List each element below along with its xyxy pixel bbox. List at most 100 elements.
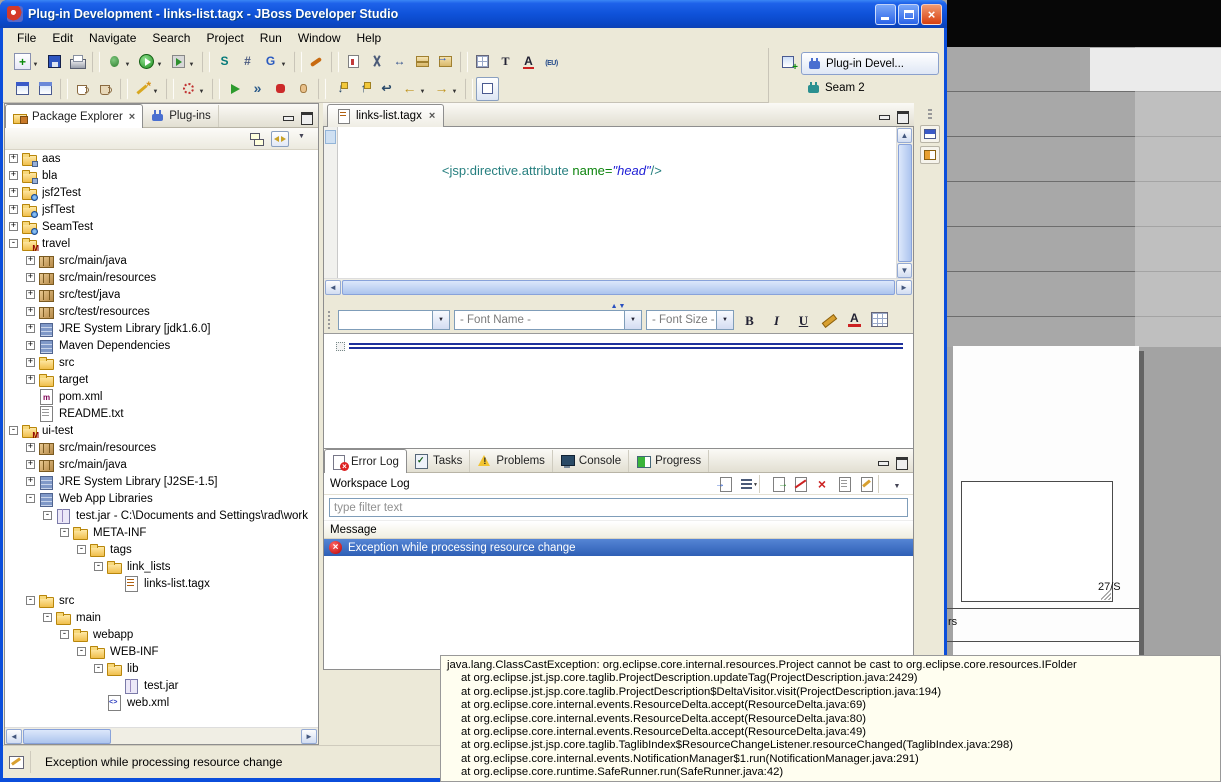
dropdown-arrow-icon[interactable]: [418, 80, 427, 98]
delete-log-icon[interactable]: [812, 475, 832, 493]
expander-icon[interactable]: [26, 358, 35, 367]
deploy-project-button[interactable]: [236, 50, 259, 74]
tree-item[interactable]: lib: [5, 660, 318, 677]
combo-arrow-icon[interactable]: ▼: [624, 311, 641, 329]
minimize-editor-icon[interactable]: [877, 110, 891, 122]
tree-item[interactable]: tags: [5, 541, 318, 558]
menu-item[interactable]: Navigate: [81, 29, 144, 47]
perspective-plugin-development[interactable]: Plug-in Devel...: [801, 52, 939, 75]
expander-icon[interactable]: [26, 307, 35, 316]
column-header-message[interactable]: Message: [324, 521, 913, 539]
scrollbar-thumb[interactable]: [23, 729, 111, 744]
expander-icon[interactable]: [94, 698, 103, 707]
scroll-left-icon[interactable]: ◄: [325, 280, 341, 295]
minimize-view-icon[interactable]: [281, 111, 295, 123]
close-view-icon[interactable]: ×: [127, 111, 135, 123]
expander-icon[interactable]: [111, 681, 120, 690]
font-name-combo[interactable]: - Font Name -▼: [454, 310, 642, 330]
expander-icon[interactable]: [26, 273, 35, 282]
expander-icon[interactable]: [43, 511, 52, 520]
tree-item[interactable]: aas: [5, 150, 318, 167]
expander-icon[interactable]: [60, 630, 69, 639]
tree-item[interactable]: src/test/java: [5, 286, 318, 303]
tree-item[interactable]: src/main/java: [5, 252, 318, 269]
tree-item[interactable]: JRE System Library [J2SE-1.5]: [5, 473, 318, 490]
underline-button[interactable]: U: [792, 310, 815, 330]
source-editor[interactable]: <jsp:directive.attribute name="head"/> ▲…: [324, 127, 913, 295]
minimized-view-icon-1[interactable]: [920, 125, 940, 143]
expander-icon[interactable]: [94, 562, 103, 571]
new-window-button[interactable]: [34, 77, 57, 101]
dropdown-arrow-icon[interactable]: [123, 53, 132, 71]
scroll-up-icon[interactable]: ▲: [897, 128, 912, 143]
tree-item[interactable]: WEB-INF: [5, 643, 318, 660]
insert-table-icon[interactable]: [869, 310, 890, 329]
tree-item[interactable]: Web App Libraries: [5, 490, 318, 507]
expander-icon[interactable]: [26, 341, 35, 350]
code-area[interactable]: <jsp:directive.attribute name="head"/>: [339, 127, 896, 279]
style-combo[interactable]: ▼: [338, 310, 450, 330]
last-edit-location-button[interactable]: [375, 77, 398, 101]
profile-button[interactable]: [177, 77, 209, 101]
dropdown-arrow-icon[interactable]: [197, 80, 206, 98]
tree-item[interactable]: target: [5, 371, 318, 388]
tree-item[interactable]: Maven Dependencies: [5, 337, 318, 354]
terminate-button[interactable]: [269, 77, 292, 101]
menu-item[interactable]: Edit: [44, 29, 81, 47]
report-design-button[interactable]: [342, 50, 365, 74]
compare-merge-button[interactable]: [388, 50, 411, 74]
tree-item[interactable]: src: [5, 592, 318, 609]
expander-icon[interactable]: [26, 290, 35, 299]
tab-progress[interactable]: Progress: [629, 450, 709, 472]
dropdown-arrow-icon[interactable]: [279, 53, 288, 71]
import-archive-button[interactable]: [434, 50, 457, 74]
save-button[interactable]: [43, 50, 66, 74]
open-perspective-button[interactable]: [775, 53, 801, 71]
view-menu-icon[interactable]: [887, 475, 907, 493]
tree-item[interactable]: jsf2Test: [5, 184, 318, 201]
tab-console[interactable]: Console: [553, 450, 629, 472]
scrollbar-thumb[interactable]: [898, 144, 912, 262]
expander-icon[interactable]: [9, 239, 18, 248]
log-entry-row[interactable]: Exception while processing resource chan…: [324, 539, 913, 556]
suspend-button[interactable]: [292, 77, 315, 101]
splitter[interactable]: ▲▼: [324, 295, 913, 306]
previous-annotation-button[interactable]: [352, 77, 375, 101]
expander-icon[interactable]: [26, 596, 35, 605]
tree-item[interactable]: ui-test: [5, 422, 318, 439]
font-size-combo[interactable]: - Font Size -▼: [646, 310, 734, 330]
tree-item[interactable]: test.jar - C:\Documents and Settings\rad…: [5, 507, 318, 524]
minimized-view-icon-2[interactable]: [920, 146, 940, 164]
maximize-view-icon[interactable]: [894, 456, 908, 468]
java-hierarchy-button[interactable]: [94, 77, 117, 101]
new-web-wizard-button[interactable]: [259, 50, 291, 74]
scroll-right-icon[interactable]: ►: [896, 280, 912, 295]
filter-input[interactable]: [329, 498, 908, 517]
clear-log-icon[interactable]: [790, 475, 810, 493]
combo-arrow-icon[interactable]: ▼: [716, 311, 733, 329]
vertical-scrollbar[interactable]: ▲ ▼: [896, 127, 913, 279]
tree-item[interactable]: src: [5, 354, 318, 371]
filters-icon[interactable]: [737, 475, 757, 493]
menu-item[interactable]: Run: [252, 29, 290, 47]
dropdown-arrow-icon[interactable]: [155, 53, 164, 71]
scroll-down-icon[interactable]: ▼: [897, 263, 912, 278]
tree-item[interactable]: jsfTest: [5, 201, 318, 218]
tree-item[interactable]: web.xml: [5, 694, 318, 711]
import-log-icon[interactable]: [715, 475, 735, 493]
tree-item[interactable]: src/main/resources: [5, 269, 318, 286]
collapse-all-icon[interactable]: [248, 131, 266, 147]
tree-item[interactable]: pom.xml: [5, 388, 318, 405]
expander-icon[interactable]: [77, 545, 86, 554]
horizontal-scrollbar[interactable]: ◄ ►: [5, 727, 318, 744]
spell-check-button[interactable]: [517, 50, 540, 74]
expander-icon[interactable]: [26, 494, 35, 503]
minimize-button[interactable]: [875, 4, 896, 25]
splitter-arrows-icon[interactable]: ▲▼: [611, 303, 627, 310]
open-log-icon[interactable]: [834, 475, 854, 493]
close-editor-icon[interactable]: ×: [427, 110, 435, 122]
dropdown-arrow-icon[interactable]: [31, 53, 40, 71]
tab-links-list-tagx[interactable]: links-list.tagx ×: [327, 104, 444, 127]
debug-button[interactable]: [103, 50, 135, 74]
expander-icon[interactable]: [43, 613, 52, 622]
